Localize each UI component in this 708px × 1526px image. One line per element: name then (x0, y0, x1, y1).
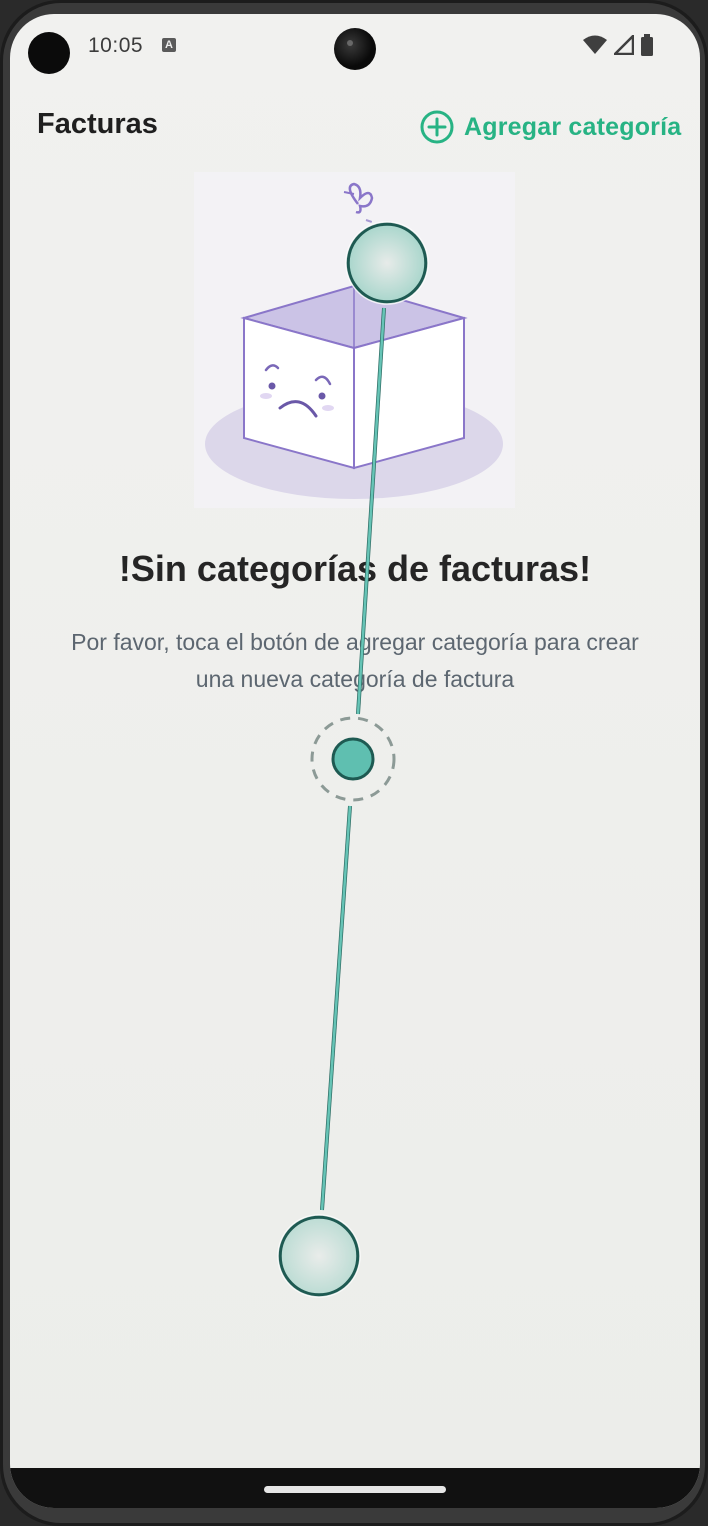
front-camera (334, 28, 376, 70)
sad-box-graphic (205, 182, 503, 499)
battery-icon (641, 34, 653, 56)
empty-state-description: Por favor, toca el botón de agregar cate… (71, 629, 639, 692)
status-dot (28, 32, 70, 74)
swipe-mid-ring (310, 716, 396, 802)
empty-state-title: !Sin categorías de facturas! (118, 548, 592, 589)
swipe-path-lower (320, 805, 352, 1211)
status-bar: 10:05 A (10, 14, 700, 80)
home-indicator[interactable] (264, 1486, 446, 1493)
add-category-button[interactable]: Agregar categoría (420, 110, 681, 144)
a-icon: A (162, 38, 176, 52)
page-title: Facturas (37, 108, 158, 140)
empty-box-illustration (194, 172, 515, 508)
wifi-icon (583, 35, 607, 54)
status-time: 10:05 (88, 34, 144, 57)
swipe-mid-dot (331, 737, 375, 781)
plus-circle-icon (420, 110, 454, 144)
status-icons (582, 34, 654, 56)
swipe-start-circle (278, 1215, 360, 1297)
navigation-bar (10, 1468, 700, 1508)
signal-icon (614, 35, 634, 55)
screen: 10:05 A Facturas Agregar categoría !Sin … (10, 14, 700, 1508)
phone-frame: 10:05 A Facturas Agregar categoría !Sin … (0, 0, 708, 1526)
add-category-label: Agregar categoría (464, 112, 682, 141)
